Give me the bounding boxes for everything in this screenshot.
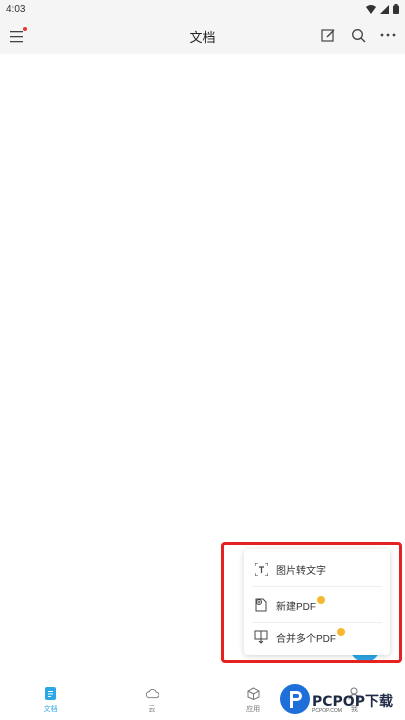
app-bar-actions xyxy=(319,26,397,44)
cloud-icon xyxy=(145,687,159,701)
screen: 4:03 文档 图片转文字 新建PDF 合并多个PDF 文档 云 应用 我 PC… xyxy=(0,0,405,720)
edit-icon xyxy=(320,28,334,42)
menu-button[interactable] xyxy=(8,26,28,46)
nav-item-cloud[interactable]: 云 xyxy=(101,680,202,720)
hamburger-icon xyxy=(10,31,23,43)
notification-dot xyxy=(23,27,27,31)
highlight-frame xyxy=(221,542,402,663)
nav-label: 文档 xyxy=(43,705,58,713)
page-title: 文档 xyxy=(189,29,216,45)
nav-label: 应用 xyxy=(246,705,261,713)
more-icon xyxy=(380,33,396,37)
edit-button[interactable] xyxy=(319,26,337,44)
more-button[interactable] xyxy=(379,26,397,44)
watermark-sub: PCPOP.COM xyxy=(312,708,342,714)
status-icons xyxy=(366,4,399,14)
watermark-logo-icon xyxy=(280,684,310,714)
signal-icon xyxy=(380,4,389,14)
search-button[interactable] xyxy=(349,26,367,44)
search-icon xyxy=(351,28,365,42)
app-bar: 文档 xyxy=(0,18,405,54)
status-bar: 4:03 xyxy=(0,0,405,18)
nav-label: 云 xyxy=(148,705,156,713)
status-time: 4:03 xyxy=(6,3,26,15)
document-icon xyxy=(44,687,58,701)
nav-item-documents[interactable]: 文档 xyxy=(0,680,101,720)
watermark: PCPOP下载 PCPOP.COM xyxy=(280,684,405,720)
wifi-icon xyxy=(366,4,376,14)
battery-icon xyxy=(393,4,399,14)
cube-icon xyxy=(246,687,260,701)
